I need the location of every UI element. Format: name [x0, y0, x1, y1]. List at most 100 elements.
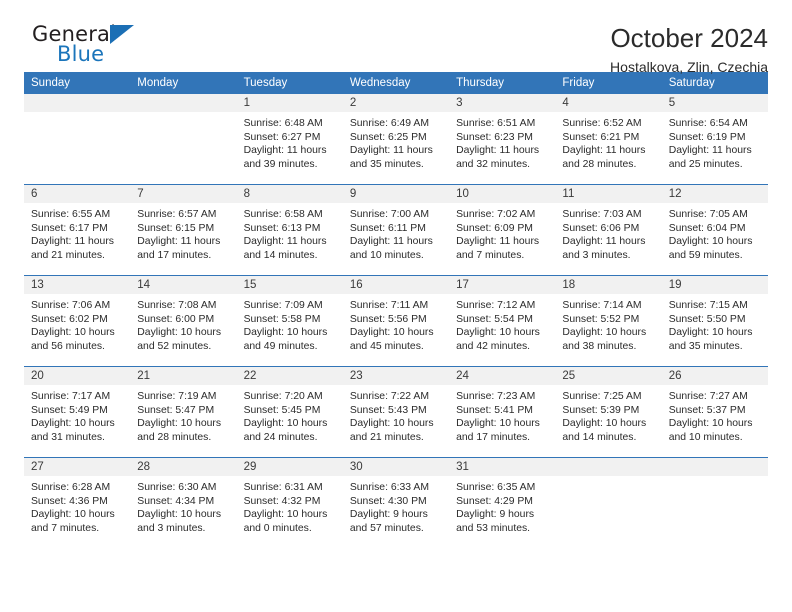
- calendar-day-cell[interactable]: 14 Sunrise: 7:08 AM Sunset: 6:00 PM Dayligh…: [130, 275, 237, 367]
- calendar-day-cell[interactable]: 20 Sunrise: 7:17 AM Sunset: 5:49 PM Dayligh…: [24, 366, 131, 458]
- day-cell-inner: 6 Sunrise: 6:55 AM Sunset: 6:17 PM Daylight…: [24, 185, 131, 275]
- calendar-day-cell[interactable]: 4 Sunrise: 6:52 AM Sunset: 6:21 PM Daylight…: [555, 94, 662, 185]
- day-details: Sunrise: 7:23 AM Sunset: 5:41 PM Daylight:…: [449, 385, 555, 444]
- day-details: Sunrise: 6:33 AM Sunset: 4:30 PM Daylight:…: [343, 476, 449, 535]
- calendar-day-cell[interactable]: 16 Sunrise: 7:11 AM Sunset: 5:56 PM Dayligh…: [342, 275, 450, 367]
- day-details: Sunrise: 7:15 AM Sunset: 5:50 PM Daylight:…: [662, 294, 768, 353]
- day-number: 2: [342, 94, 450, 112]
- day-details: Sunrise: 6:30 AM Sunset: 4:34 PM Daylight:…: [130, 476, 236, 535]
- calendar-day-cell[interactable]: 31 Sunrise: 6:35 AM Sunset: 4:29 PM Dayligh…: [449, 457, 556, 548]
- calendar-day-cell[interactable]: 28 Sunrise: 6:30 AM Sunset: 4:34 PM Dayligh…: [130, 457, 237, 548]
- daylight-duration-line2: and 10 minutes.: [668, 431, 743, 443]
- calendar-day-cell[interactable]: 1 Sunrise: 6:48 AM Sunset: 6:27 PM Daylight…: [236, 94, 343, 185]
- daylight-duration-line1: Daylight: 10 hours: [562, 327, 647, 339]
- day-details: Sunrise: 6:51 AM Sunset: 6:23 PM Daylight:…: [449, 112, 555, 171]
- day-number: [130, 94, 237, 112]
- calendar-day-cell[interactable]: 26 Sunrise: 7:27 AM Sunset: 5:37 PM Dayligh…: [661, 366, 768, 458]
- day-number: 25: [555, 367, 662, 385]
- sunrise-time: Sunrise: 6:49 AM: [349, 118, 429, 129]
- calendar-day-cell[interactable]: 8 Sunrise: 6:58 AM Sunset: 6:13 PM Daylight…: [236, 184, 343, 276]
- calendar-body: 1 Sunrise: 6:48 AM Sunset: 6:27 PM Daylight…: [24, 94, 768, 548]
- sunrise-time: Sunrise: 6:31 AM: [243, 482, 323, 493]
- day-cell-inner: [24, 94, 131, 184]
- daylight-duration-line1: Daylight: 10 hours: [456, 327, 540, 339]
- day-details: Sunrise: 6:54 AM Sunset: 6:19 PM Daylight:…: [662, 112, 768, 171]
- calendar-day-cell[interactable]: 13 Sunrise: 7:06 AM Sunset: 6:02 PM Dayligh…: [24, 275, 131, 367]
- daylight-duration-line2: and 14 minutes.: [243, 249, 318, 261]
- sunset-time: Sunset: 5:49 PM: [31, 404, 108, 416]
- day-cell-inner: 1 Sunrise: 6:48 AM Sunset: 6:27 PM Daylight…: [236, 94, 343, 184]
- sunrise-time: Sunrise: 6:55 AM: [31, 209, 111, 220]
- daylight-duration-line2: and 28 minutes.: [137, 431, 212, 443]
- day-cell-inner: 27 Sunrise: 6:28 AM Sunset: 4:36 PM Dayligh…: [24, 458, 131, 548]
- calendar-day-cell[interactable]: 21 Sunrise: 7:19 AM Sunset: 5:47 PM Dayligh…: [130, 366, 237, 458]
- calendar-day-cell[interactable]: 7 Sunrise: 6:57 AM Sunset: 6:15 PM Daylight…: [130, 184, 237, 276]
- daylight-duration-line2: and 32 minutes.: [456, 158, 531, 170]
- daylight-duration-line2: and 31 minutes.: [31, 431, 105, 443]
- sunset-time: Sunset: 5:50 PM: [668, 313, 746, 325]
- day-cell-inner: 11 Sunrise: 7:03 AM Sunset: 6:06 PM Dayligh…: [555, 185, 662, 275]
- calendar-day-cell[interactable]: 12 Sunrise: 7:05 AM Sunset: 6:04 PM Dayligh…: [661, 184, 768, 276]
- day-cell-inner: [555, 458, 662, 548]
- calendar-day-cell[interactable]: 2 Sunrise: 6:49 AM Sunset: 6:25 PM Daylight…: [342, 94, 450, 185]
- calendar-day-cell[interactable]: 27 Sunrise: 6:28 AM Sunset: 4:36 PM Dayligh…: [24, 457, 131, 548]
- calendar-day-cell[interactable]: 6 Sunrise: 6:55 AM Sunset: 6:17 PM Daylight…: [24, 184, 131, 276]
- day-number: 18: [555, 276, 662, 294]
- day-number: 27: [24, 458, 131, 476]
- sunset-time: Sunset: 5:47 PM: [137, 404, 215, 416]
- sunset-time: Sunset: 6:00 PM: [137, 313, 215, 325]
- calendar-day-cell[interactable]: 30 Sunrise: 6:33 AM Sunset: 4:30 PM Dayligh…: [342, 457, 450, 548]
- calendar-day-cell[interactable]: 10 Sunrise: 7:02 AM Sunset: 6:09 PM Dayligh…: [449, 184, 556, 276]
- daylight-duration-line2: and 21 minutes.: [31, 249, 105, 261]
- calendar-day-cell: [130, 94, 237, 185]
- sunrise-time: Sunrise: 7:09 AM: [243, 300, 323, 311]
- calendar-day-cell[interactable]: 11 Sunrise: 7:03 AM Sunset: 6:06 PM Dayligh…: [555, 184, 662, 276]
- day-details: Sunrise: 6:48 AM Sunset: 6:27 PM Daylight:…: [237, 112, 343, 171]
- calendar-day-cell: [555, 457, 662, 548]
- calendar-day-cell[interactable]: 17 Sunrise: 7:12 AM Sunset: 5:54 PM Dayligh…: [449, 275, 556, 367]
- daylight-duration-line1: Daylight: 10 hours: [243, 327, 328, 339]
- day-number: 11: [555, 185, 662, 203]
- daylight-duration-line1: Daylight: 10 hours: [243, 509, 328, 521]
- calendar-day-cell[interactable]: 15 Sunrise: 7:09 AM Sunset: 5:58 PM Dayligh…: [236, 275, 343, 367]
- day-details: Sunrise: 7:25 AM Sunset: 5:39 PM Daylight:…: [555, 385, 661, 444]
- logo-word-blue: Blue: [57, 42, 105, 66]
- general-blue-logo[interactable]: General Blue: [24, 22, 142, 70]
- calendar-day-cell[interactable]: 22 Sunrise: 7:20 AM Sunset: 5:45 PM Dayligh…: [236, 366, 343, 458]
- sunset-time: Sunset: 6:09 PM: [456, 222, 533, 234]
- day-cell-inner: 4 Sunrise: 6:52 AM Sunset: 6:21 PM Daylight…: [555, 94, 662, 184]
- sunset-time: Sunset: 4:32 PM: [243, 495, 321, 507]
- day-number: 7: [130, 185, 237, 203]
- calendar-day-cell[interactable]: 5 Sunrise: 6:54 AM Sunset: 6:19 PM Daylight…: [661, 94, 768, 185]
- daylight-duration-line2: and 39 minutes.: [243, 158, 318, 170]
- calendar-day-cell[interactable]: 25 Sunrise: 7:25 AM Sunset: 5:39 PM Dayligh…: [555, 366, 662, 458]
- daylight-duration-line1: Daylight: 11 hours: [349, 145, 433, 157]
- daylight-duration-line1: Daylight: 10 hours: [31, 509, 115, 521]
- day-number: [555, 458, 662, 476]
- calendar-day-cell[interactable]: 19 Sunrise: 7:15 AM Sunset: 5:50 PM Dayligh…: [661, 275, 768, 367]
- daylight-duration-line1: Daylight: 10 hours: [349, 327, 434, 339]
- daylight-duration-line2: and 17 minutes.: [456, 431, 531, 443]
- sunrise-sunset-calendar: Sunday Monday Tuesday Wednesday Thursday…: [24, 72, 768, 548]
- sunset-time: Sunset: 6:15 PM: [137, 222, 215, 234]
- calendar-day-cell[interactable]: 29 Sunrise: 6:31 AM Sunset: 4:32 PM Dayligh…: [236, 457, 343, 548]
- daylight-duration-line1: Daylight: 11 hours: [456, 236, 540, 248]
- sunrise-time: Sunrise: 7:06 AM: [31, 300, 111, 311]
- calendar-day-cell[interactable]: 24 Sunrise: 7:23 AM Sunset: 5:41 PM Dayligh…: [449, 366, 556, 458]
- sunrise-time: Sunrise: 7:19 AM: [137, 391, 217, 402]
- sunset-time: Sunset: 6:02 PM: [31, 313, 108, 325]
- day-number: [661, 458, 768, 476]
- calendar-day-cell[interactable]: 18 Sunrise: 7:14 AM Sunset: 5:52 PM Dayligh…: [555, 275, 662, 367]
- sunrise-time: Sunrise: 6:28 AM: [31, 482, 111, 493]
- calendar-day-cell[interactable]: 23 Sunrise: 7:22 AM Sunset: 5:43 PM Dayligh…: [342, 366, 450, 458]
- calendar-day-cell[interactable]: 9 Sunrise: 7:00 AM Sunset: 6:11 PM Daylight…: [342, 184, 450, 276]
- calendar-day-cell[interactable]: 3 Sunrise: 6:51 AM Sunset: 6:23 PM Daylight…: [449, 94, 556, 185]
- day-cell-inner: 12 Sunrise: 7:05 AM Sunset: 6:04 PM Dayligh…: [661, 185, 768, 275]
- day-details: Sunrise: 7:11 AM Sunset: 5:56 PM Daylight:…: [343, 294, 449, 353]
- daylight-duration-line2: and 3 minutes.: [562, 249, 631, 261]
- day-number: 15: [236, 276, 343, 294]
- day-details: Sunrise: 7:03 AM Sunset: 6:06 PM Daylight:…: [555, 203, 661, 262]
- daylight-duration-line2: and 7 minutes.: [456, 249, 525, 261]
- day-of-week-header-row: Sunday Monday Tuesday Wednesday Thursday…: [24, 72, 768, 94]
- dow-header-wednesday: Wednesday: [342, 72, 450, 94]
